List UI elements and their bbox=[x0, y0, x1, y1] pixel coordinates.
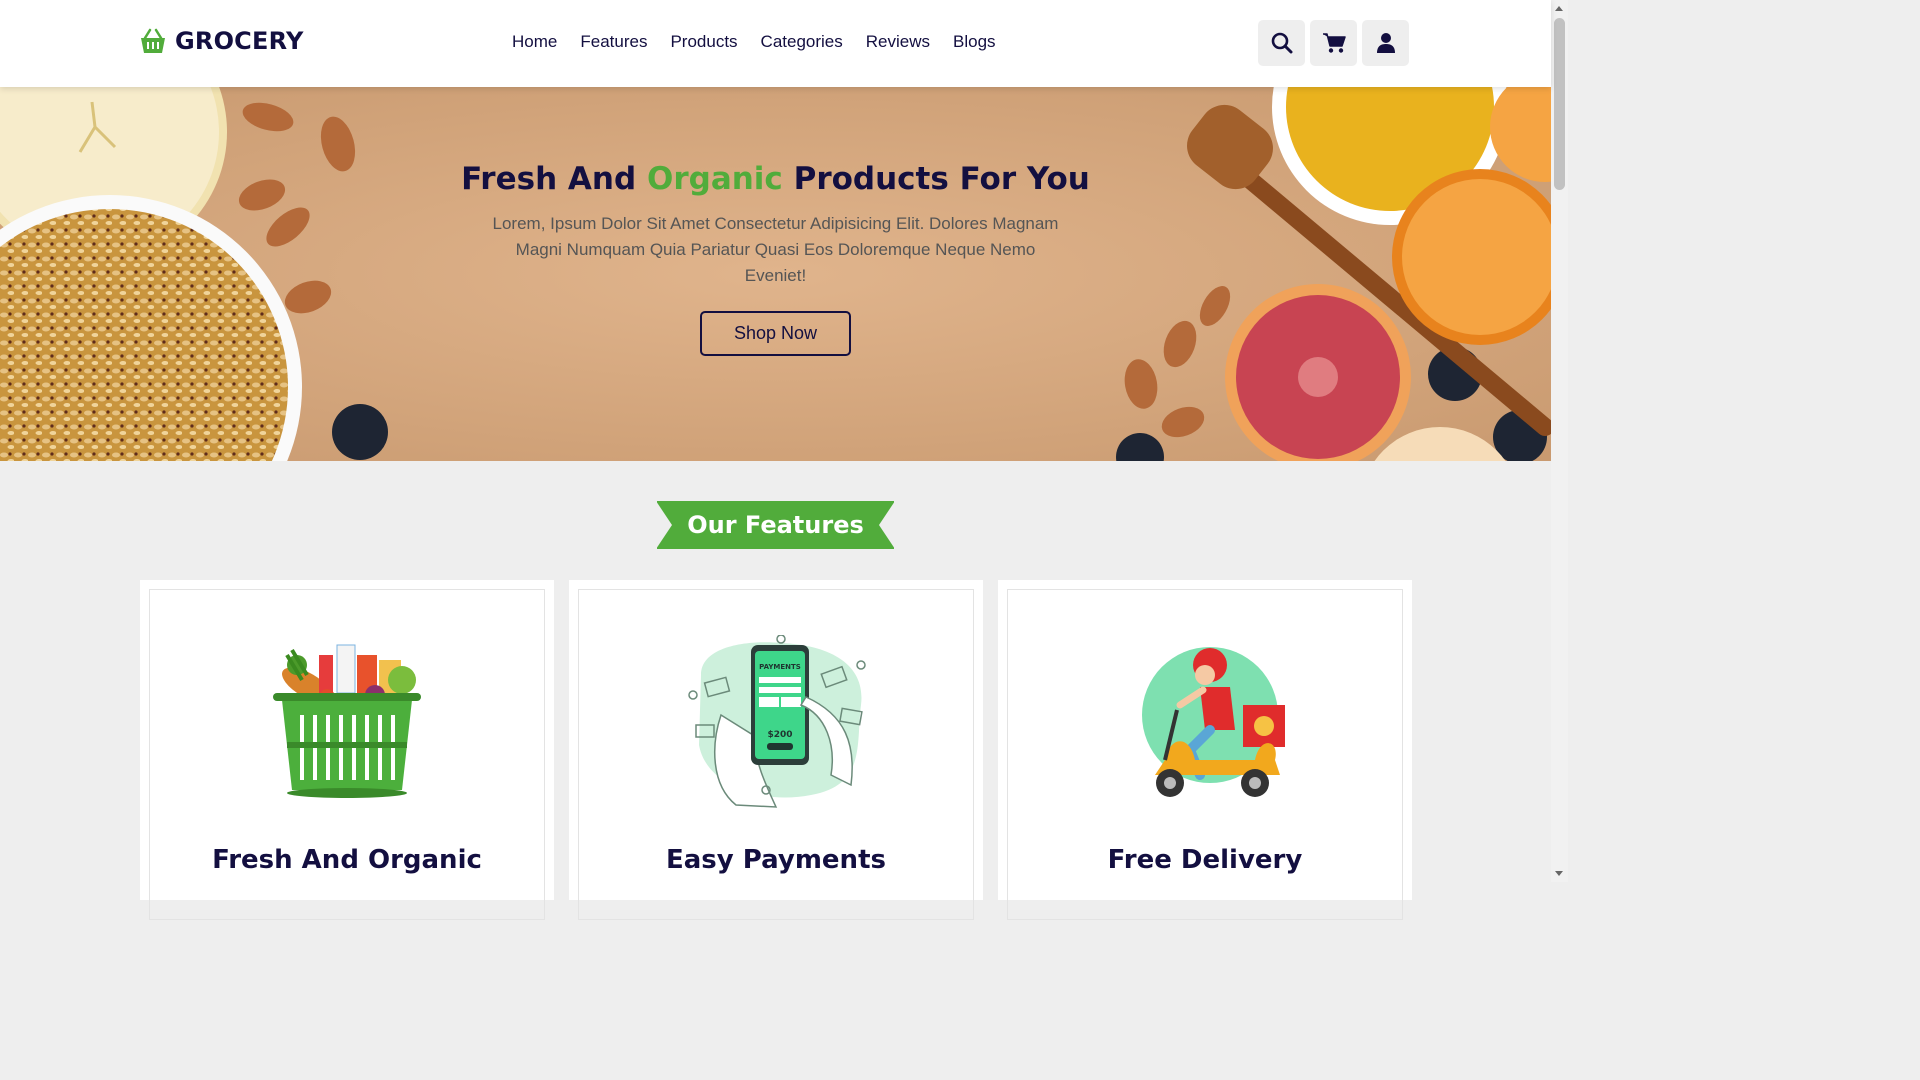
scrollbar-thumb[interactable] bbox=[1554, 18, 1565, 190]
payments-screen-amount: $200 bbox=[767, 730, 792, 740]
feature-card-image bbox=[1008, 635, 1402, 815]
payments-screen-header: PAYMENTS bbox=[759, 663, 801, 671]
site-header: GROCERY Home Features Products Categorie… bbox=[0, 0, 1551, 87]
logo-text: GROCERY bbox=[175, 27, 304, 55]
features-heading-wrap: Our Features bbox=[0, 501, 1551, 549]
hero-title: Fresh And Organic Products For You bbox=[0, 161, 1551, 197]
feature-card-delivery: Free Delivery bbox=[998, 580, 1412, 920]
grocery-basket-icon bbox=[273, 644, 421, 798]
nav-features[interactable]: Features bbox=[580, 32, 647, 52]
hero-banner: Fresh And Organic Products For You Lorem… bbox=[0, 87, 1551, 461]
delivery-scooter-icon bbox=[1142, 647, 1285, 797]
hero-title-start: Fresh And bbox=[461, 161, 647, 197]
main-nav: Home Features Products Categories Review… bbox=[512, 32, 996, 52]
feature-card-title: Fresh And Organic bbox=[212, 845, 482, 875]
feature-card-title: Easy Payments bbox=[666, 845, 886, 875]
feature-card-image: PAYMENTS $200 bbox=[579, 635, 973, 815]
search-button[interactable] bbox=[1258, 20, 1305, 66]
hero-title-accent: Organic bbox=[646, 161, 783, 197]
basket-logo-icon bbox=[141, 28, 165, 53]
scroll-down-arrow-icon[interactable] bbox=[1555, 871, 1563, 876]
cart-icon bbox=[1322, 33, 1346, 53]
hero-description: Lorem, Ipsum Dolor Sit Amet Consectetur … bbox=[492, 214, 1059, 285]
nav-blogs[interactable]: Blogs bbox=[953, 32, 996, 52]
header-icon-group bbox=[1258, 20, 1409, 66]
features-heading: Our Features bbox=[656, 501, 895, 549]
hero-content: Fresh And Organic Products For You Lorem… bbox=[0, 161, 1551, 356]
feature-card-border: PAYMENTS $200 Easy Payments bbox=[578, 589, 974, 920]
feature-card-border: Fresh And Organic bbox=[149, 589, 545, 920]
feature-card-fresh: Fresh And Organic bbox=[140, 580, 554, 920]
account-button[interactable] bbox=[1362, 20, 1409, 66]
user-icon bbox=[1376, 33, 1395, 53]
nav-reviews[interactable]: Reviews bbox=[866, 32, 930, 52]
hero-title-end: Products For You bbox=[782, 161, 1090, 197]
nav-categories[interactable]: Categories bbox=[761, 32, 843, 52]
feature-card-image bbox=[150, 635, 544, 815]
nav-home[interactable]: Home bbox=[512, 32, 557, 52]
shop-now-button[interactable]: Shop Now bbox=[700, 311, 851, 356]
feature-card-payments: PAYMENTS $200 Easy Payments bbox=[569, 580, 983, 920]
cart-button[interactable] bbox=[1310, 20, 1357, 66]
nav-products[interactable]: Products bbox=[670, 32, 737, 52]
mobile-payment-icon: PAYMENTS $200 bbox=[688, 635, 866, 808]
scroll-up-arrow-icon[interactable] bbox=[1555, 6, 1563, 11]
feature-card-title: Free Delivery bbox=[1107, 845, 1303, 875]
logo[interactable]: GROCERY bbox=[139, 27, 304, 55]
feature-card-border: Free Delivery bbox=[1007, 589, 1403, 920]
search-icon bbox=[1271, 32, 1292, 54]
page-scrollbar[interactable] bbox=[1551, 0, 1568, 882]
